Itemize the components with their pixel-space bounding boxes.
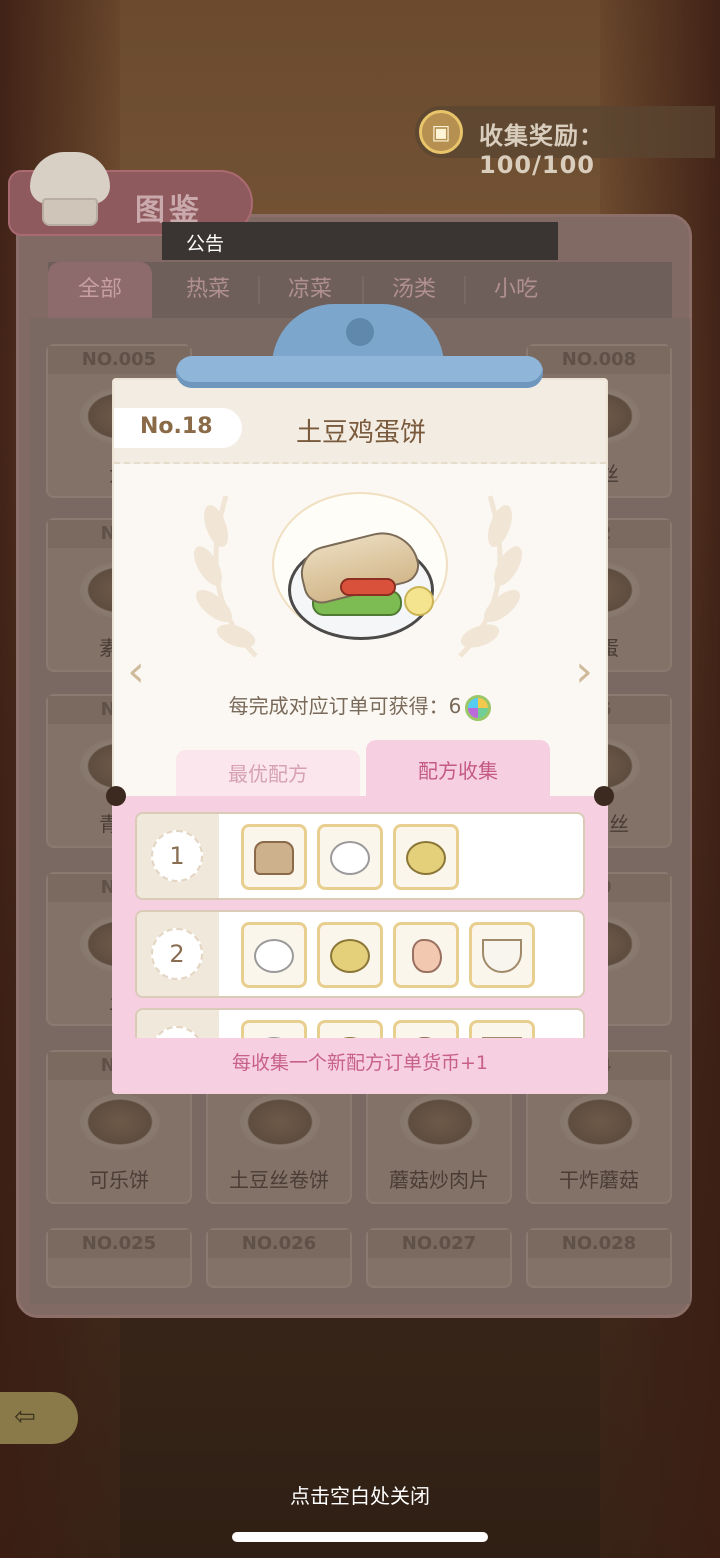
recipe-card-name: 干炸蘑菇 [559, 1168, 639, 1192]
clipboard-clip-hole [346, 318, 374, 346]
ingredient-slot [393, 824, 459, 890]
notice-text: 公告 [186, 233, 225, 255]
recipe-card-number: NO.028 [528, 1230, 670, 1258]
dish-name: 土豆鸡蛋饼 [295, 418, 426, 448]
ticket-notch-right [594, 786, 614, 806]
dish-lemon [404, 586, 434, 616]
collection-reward[interactable]: ▣ 收集奖励：100/100 [415, 106, 715, 179]
recipe-card-number: NO.005 [48, 346, 190, 374]
dish-image [400, 1094, 480, 1150]
potato-icon [406, 841, 446, 875]
potato-icon [330, 939, 370, 973]
recipe-row[interactable] [135, 1008, 585, 1038]
ingredient-slot [317, 1020, 383, 1038]
recipe-card[interactable]: NO.026 [206, 1228, 352, 1288]
rice-icon [482, 1037, 522, 1038]
dish-number: No.18 [140, 414, 213, 439]
tab-all[interactable]: 全部 [48, 262, 152, 318]
recipe-index: 1 [151, 830, 203, 882]
dish-image [560, 1094, 640, 1150]
ingredient-slot [241, 1020, 307, 1038]
gift-icon: ▣ [419, 110, 463, 154]
recipe-card[interactable]: NO.025 [46, 1228, 192, 1288]
collection-note: 每收集一个新配方订单货币+1 [231, 1052, 488, 1074]
ingredient-slot [241, 824, 307, 890]
recipe-card-number: NO.008 [528, 346, 670, 374]
dish-number-badge: No.18 [114, 408, 242, 448]
dish-image [240, 1094, 320, 1150]
ticket-notch-left [106, 786, 126, 806]
tab-hot-dishes[interactable]: 热菜 [156, 262, 260, 318]
chicken-leg-icon [412, 939, 442, 973]
tab-best-recipe[interactable]: 最优配方 [176, 750, 360, 802]
chicken-leg-icon [412, 1037, 442, 1038]
eggs-icon [254, 1037, 294, 1038]
ingredient-slot [393, 1020, 459, 1038]
recipe-row[interactable]: 1 [135, 812, 585, 900]
recipe-card-number: NO.027 [368, 1230, 510, 1258]
ingredient-slot [469, 922, 535, 988]
ingredient-slot [393, 922, 459, 988]
popup-header: No.18 土豆鸡蛋饼 [114, 380, 606, 464]
recipe-row[interactable]: 2 [135, 910, 585, 998]
back-arrow-icon: ⇦ [14, 1402, 36, 1432]
laurel-left-icon [194, 495, 258, 658]
order-reward-line: 每完成对应订单可获得：6 [112, 690, 608, 721]
ingredient-slot [241, 922, 307, 988]
eggs-icon [330, 841, 370, 875]
prev-dish-arrow-icon[interactable]: ‹ [118, 650, 154, 694]
recipe-card-name: 土豆丝卷饼 [229, 1168, 329, 1192]
recipe-card-number: NO.025 [48, 1230, 190, 1258]
order-coin-icon [465, 694, 492, 721]
dish-tomato [340, 578, 396, 596]
home-indicator[interactable] [232, 1532, 488, 1542]
tab-recipe-collection[interactable]: 配方收集 [366, 740, 550, 802]
laurel-right-icon [458, 495, 522, 658]
rice-icon [482, 939, 522, 973]
next-dish-arrow-icon[interactable]: › [566, 650, 602, 694]
potato-icon [330, 1037, 370, 1038]
ingredient-slot [317, 824, 383, 890]
recipe-card[interactable]: NO.027 [366, 1228, 512, 1288]
close-hint[interactable]: 点击空白处关闭 [0, 1480, 720, 1509]
flour-icon [254, 841, 294, 875]
eggs-icon [254, 939, 294, 973]
recipe-index: 2 [151, 928, 203, 980]
recipe-card-number: NO.026 [208, 1230, 350, 1258]
recipe-card-name: 蘑菇炒肉片 [389, 1168, 489, 1192]
collection-reward-label: 收集奖励：100/100 [479, 122, 604, 179]
chef-hat-icon [30, 152, 110, 228]
ingredient-slot [469, 1020, 535, 1038]
recipe-card-name: 可乐饼 [89, 1168, 149, 1192]
clipboard-bar [176, 356, 543, 388]
dish-image [80, 1094, 160, 1150]
ingredient-slot [317, 922, 383, 988]
recipe-list[interactable]: 1 2 [135, 812, 585, 1038]
tab-snacks[interactable]: 小吃 [464, 262, 568, 318]
recipe-card[interactable]: NO.028 [526, 1228, 672, 1288]
notice-bar: 公告 [162, 222, 558, 260]
back-button[interactable]: ⇦ [0, 1392, 78, 1444]
order-reward-text: 每完成对应订单可获得：6 [228, 694, 462, 718]
